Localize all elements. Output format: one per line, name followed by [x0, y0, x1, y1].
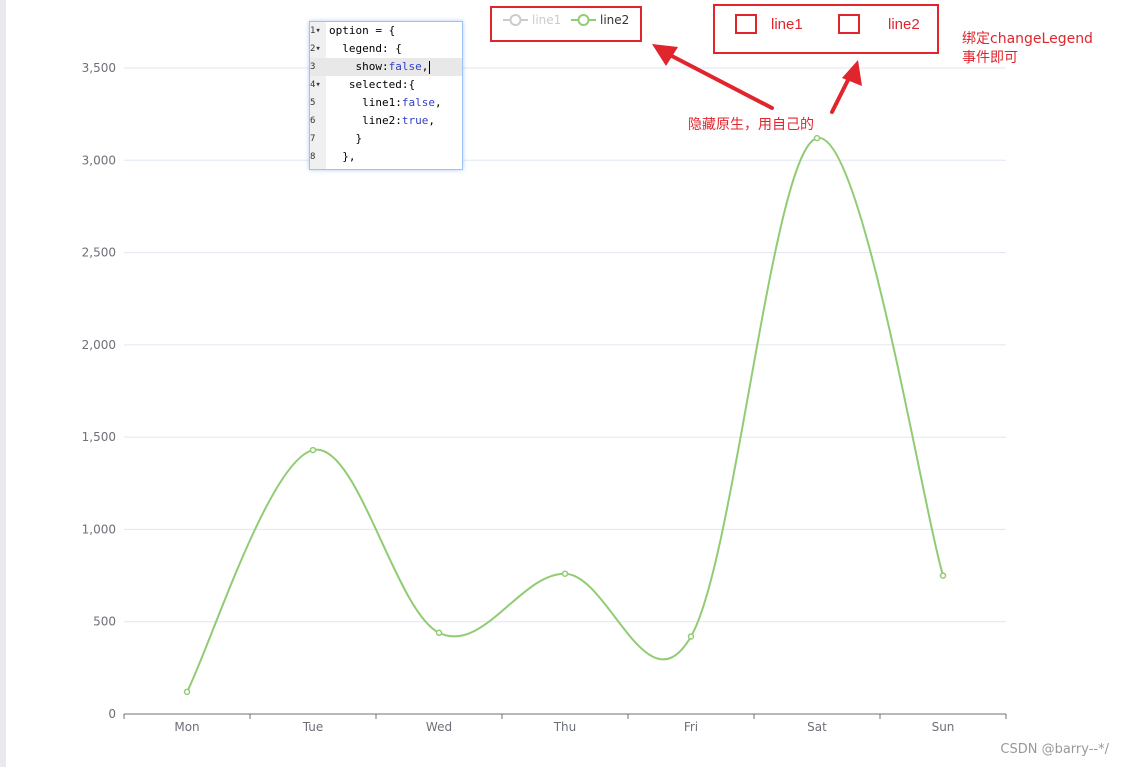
x-tick-label: Fri [684, 720, 698, 734]
code-text: line2:true, [329, 114, 435, 127]
code-editor-snippet: 1▾ option = {2▾ legend: {3 show:false, 4▾ … [309, 21, 463, 170]
code-text: selected:{ [329, 78, 416, 91]
data-point[interactable] [561, 570, 569, 577]
x-tick-label: Wed [426, 720, 452, 734]
line1-checkbox[interactable] [735, 14, 757, 34]
y-tick-label: 1,500 [82, 430, 116, 444]
code-line: 8 }, [310, 148, 462, 166]
line2-checkbox-label: line2 [888, 16, 920, 33]
line-number: 4▾ [310, 80, 321, 90]
line-number: 6 [310, 116, 316, 126]
y-tick-label: 3,500 [82, 61, 116, 75]
y-tick-label: 2,500 [82, 246, 116, 260]
y-tick-label: 500 [93, 615, 116, 629]
series-line-line2 [186, 137, 944, 693]
y-tick-label: 2,000 [82, 338, 116, 352]
x-tick-label: Mon [174, 720, 199, 734]
code-line: 3 show:false, [310, 58, 462, 76]
legend-line-marker-icon [571, 14, 596, 26]
legend-label: line1 [532, 13, 562, 27]
annotation-hide-native: 隐藏原生，用自己的 [688, 117, 814, 133]
text-cursor [429, 60, 431, 74]
line-number: 3 [310, 62, 316, 72]
data-point[interactable] [183, 688, 191, 696]
line-number: 7 [310, 134, 316, 144]
line-number: 8 [310, 152, 316, 162]
line1-checkbox-label: line1 [771, 16, 803, 33]
y-tick-label: 3,000 [82, 153, 116, 167]
data-point[interactable] [939, 572, 947, 579]
x-tick-label: Thu [553, 720, 577, 734]
code-line: 6 line2:true, [310, 112, 462, 130]
code-line: 4▾ selected:{ [310, 76, 462, 94]
code-line: 2▾ legend: { [310, 40, 462, 58]
code-text: } [329, 132, 363, 145]
x-tick-label: Sun [932, 720, 955, 734]
annotation-bind-event-1: 绑定changeLegend [962, 31, 1093, 47]
code-text: show:false, [329, 60, 431, 74]
line-number: 5 [310, 98, 316, 108]
code-line: 7 } [310, 130, 462, 148]
code-text: line1:false, [329, 96, 442, 109]
code-text: option = { [329, 24, 396, 37]
data-point[interactable] [813, 134, 821, 142]
line-chart: 0 500 1,000 1,500 2,000 2,500 3,000 3,500 Mon Tue… [82, 61, 1007, 734]
line2-checkbox[interactable] [838, 14, 860, 34]
data-point[interactable] [309, 446, 317, 454]
x-tick-label: Sat [807, 720, 827, 734]
data-point[interactable] [435, 629, 443, 637]
code-line: 1▾ option = { [310, 22, 462, 40]
csdn-watermark: CSDN @barry--*/ [1000, 742, 1109, 757]
code-line: 5 line1:false, [310, 94, 462, 112]
annotation-bind-event-2: 事件即可 [962, 50, 1018, 66]
code-text: }, [329, 150, 356, 163]
data-point[interactable] [687, 633, 695, 640]
legend-line-marker-icon [503, 14, 528, 26]
line-number: 2▾ [310, 44, 321, 54]
x-tick-label: Tue [302, 720, 324, 734]
y-tick-label: 1,000 [82, 522, 116, 536]
legend-label: line2 [600, 13, 630, 27]
y-tick-label: 0 [108, 707, 116, 721]
code-text: legend: { [329, 42, 402, 55]
line-number: 1▾ [310, 26, 321, 36]
